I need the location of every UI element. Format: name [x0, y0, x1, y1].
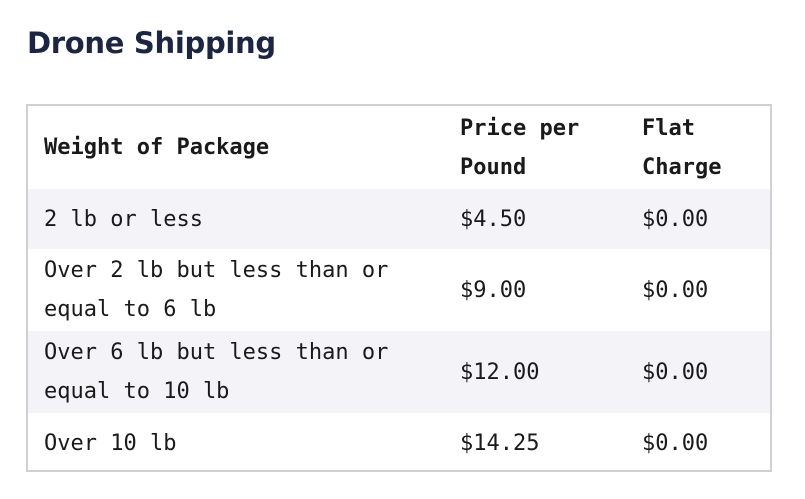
column-header-price-per-pound: Price per Pound: [460, 115, 580, 180]
price-per-pound-cell: $9.00: [460, 277, 527, 303]
price-per-pound-cell: $14.25: [460, 430, 540, 456]
table-body: 2 lb or less $4.50 $0.00 Over 2 lb but l…: [28, 189, 770, 473]
table-header: Weight of Package Price per Pound Flat C…: [28, 106, 770, 189]
weight-cell: Over 10 lb: [44, 430, 177, 456]
price-per-pound-cell: $12.00: [460, 359, 540, 385]
flat-charge-cell: $0.00: [642, 359, 709, 385]
table-row: 2 lb or less $4.50 $0.00: [28, 189, 770, 249]
column-header-flat-charge: Flat Charge: [642, 115, 722, 180]
column-header-weight: Weight of Package: [44, 135, 270, 160]
flat-charge-cell: $0.00: [642, 430, 709, 456]
price-per-pound-cell: $4.50: [460, 206, 527, 232]
table-row: Over 2 lb but less than or equal to 6 lb…: [28, 249, 770, 331]
header-row: Weight of Package Price per Pound Flat C…: [28, 106, 770, 189]
flat-charge-cell: $0.00: [642, 277, 709, 303]
table-row: Over 6 lb but less than or equal to 10 l…: [28, 331, 770, 413]
weight-cell: 2 lb or less: [44, 206, 203, 232]
flat-charge-cell: $0.00: [642, 206, 709, 232]
shipping-rates-table: Weight of Package Price per Pound Flat C…: [28, 106, 770, 473]
page-title: Drone Shipping: [27, 26, 276, 60]
shipping-rates-table-container: Weight of Package Price per Pound Flat C…: [26, 104, 772, 472]
weight-cell: Over 2 lb but less than or equal to 6 lb: [44, 258, 389, 322]
table-row: Over 10 lb $14.25 $0.00: [28, 413, 770, 473]
weight-cell: Over 6 lb but less than or equal to 10 l…: [44, 340, 389, 404]
